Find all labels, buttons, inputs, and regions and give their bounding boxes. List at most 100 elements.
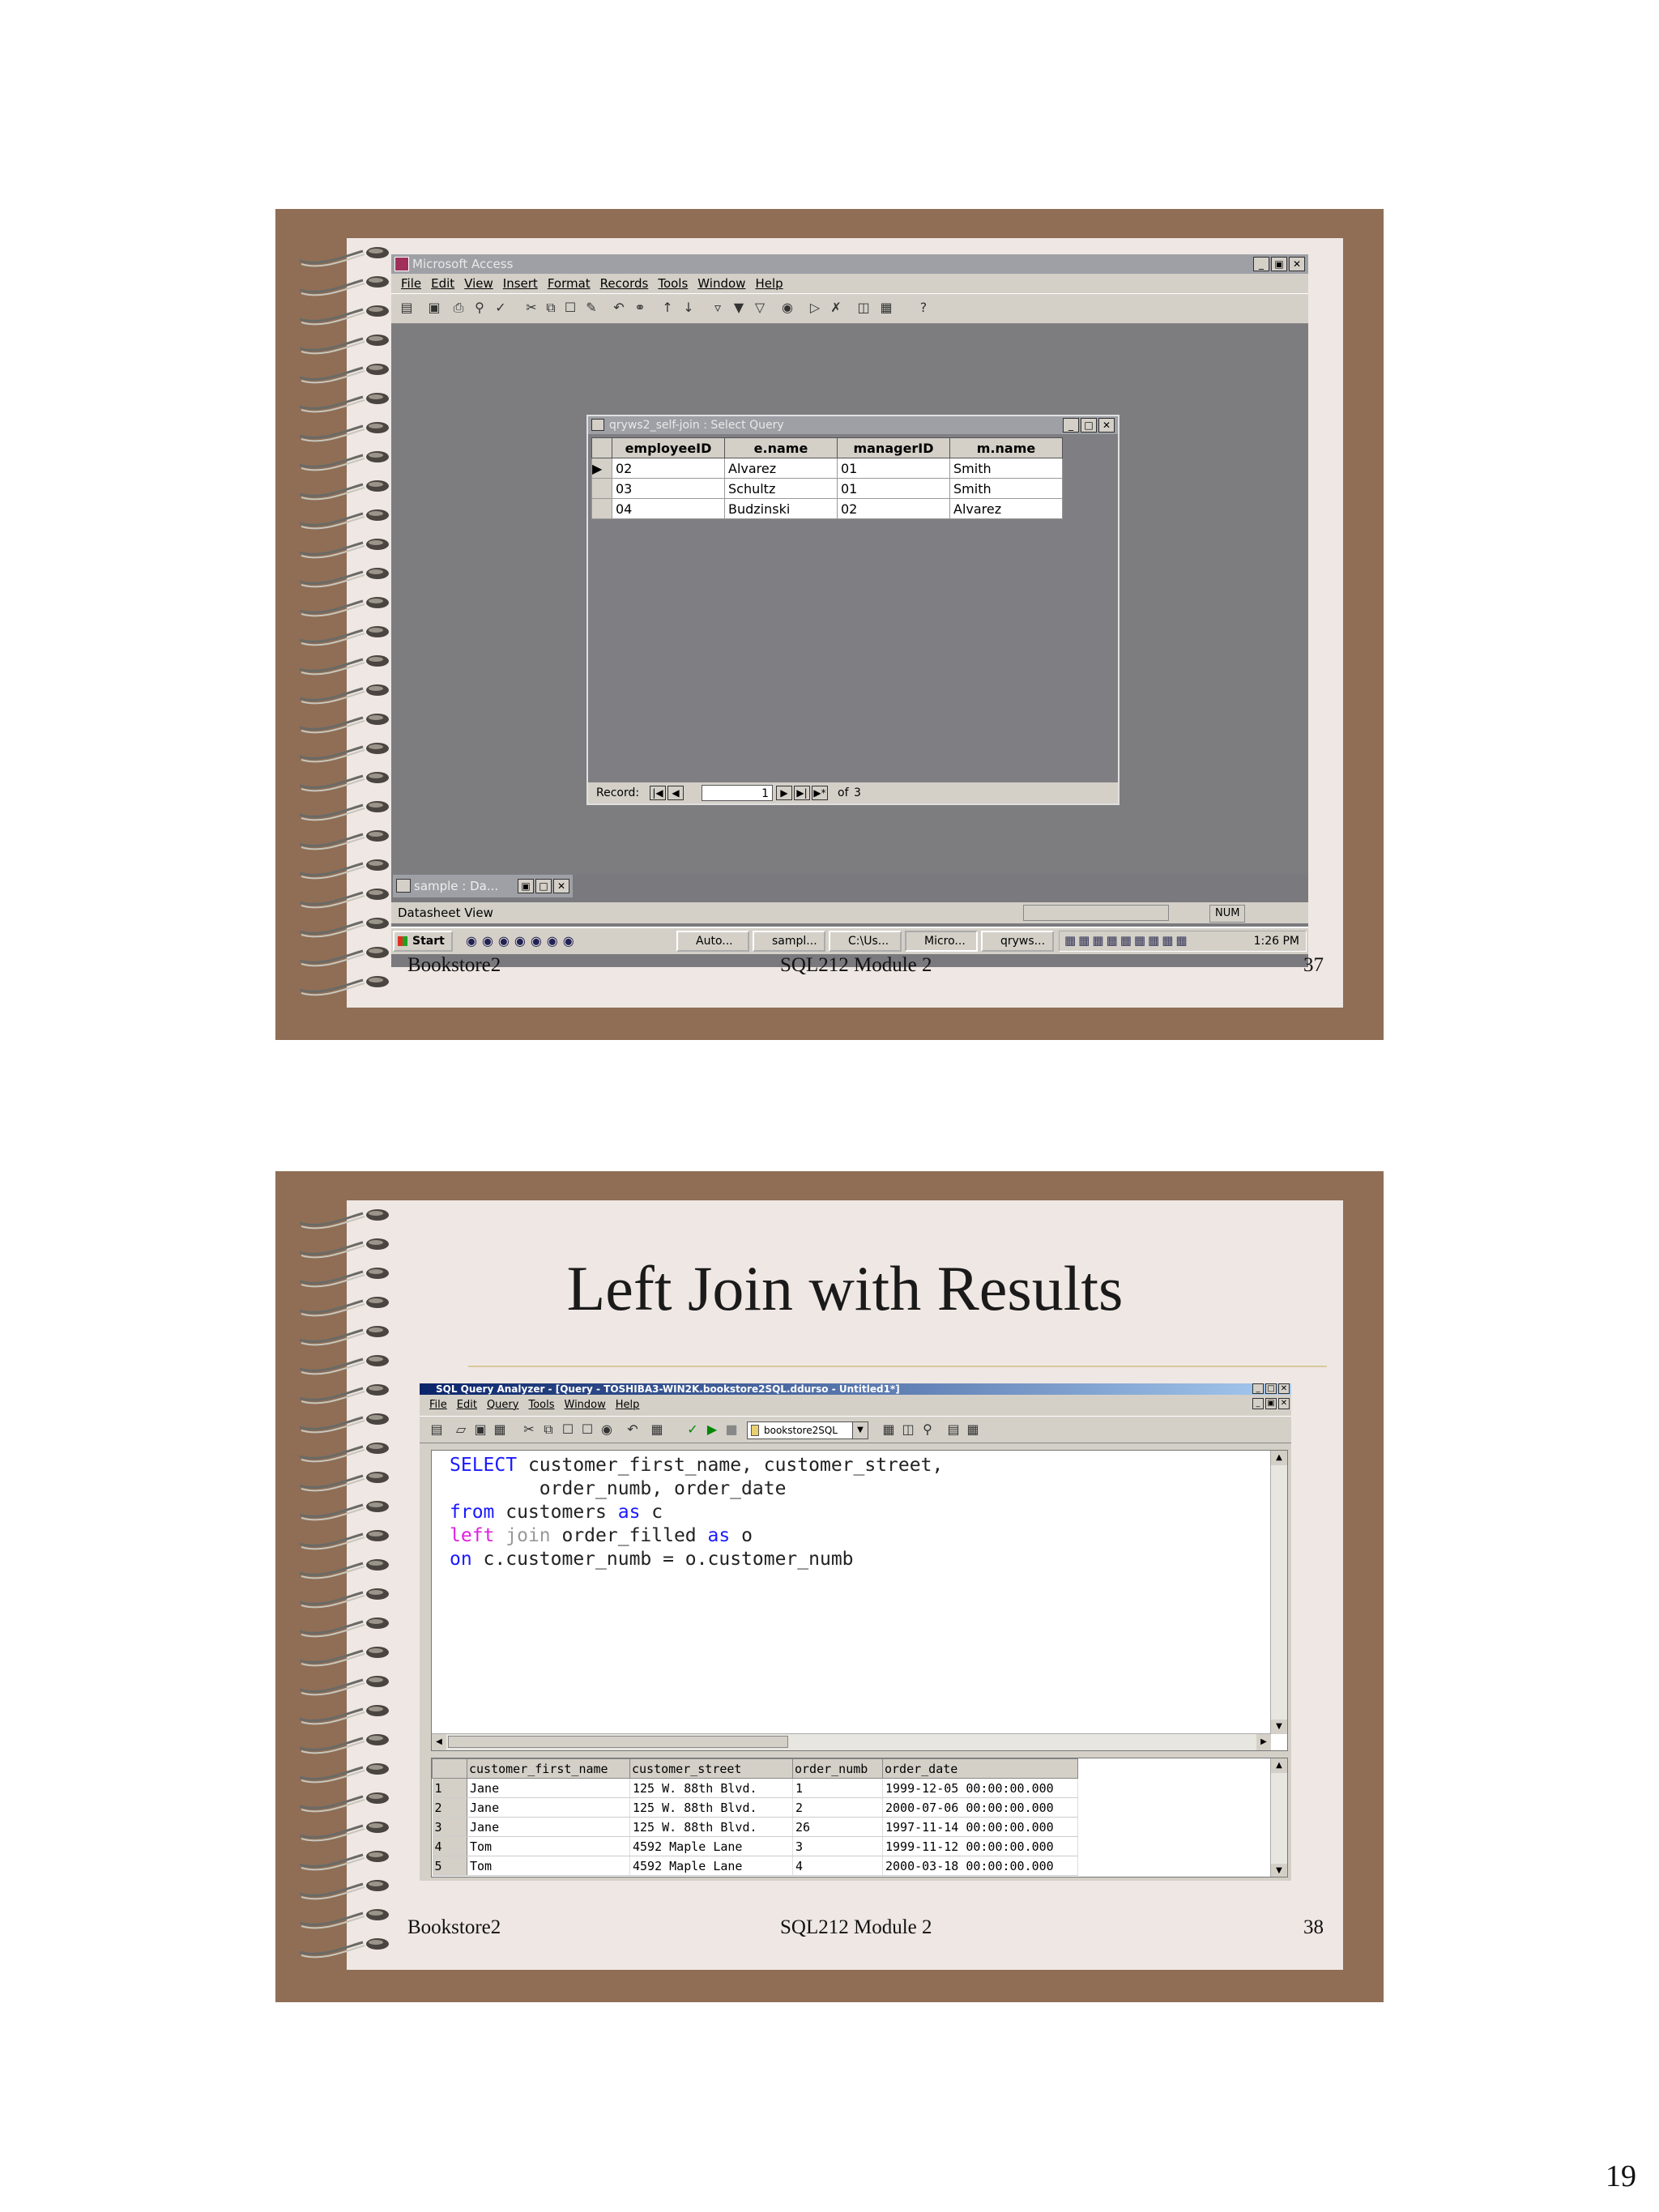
- sort-descending-icon[interactable]: ↓: [680, 299, 697, 317]
- hyperlink-icon[interactable]: ⚭: [631, 299, 649, 317]
- query-maximize-button[interactable]: □: [1081, 418, 1097, 433]
- cell[interactable]: 4592 Maple Lane: [629, 1836, 793, 1856]
- access-menu-records[interactable]: Records: [600, 274, 649, 293]
- cell[interactable]: 1: [792, 1778, 883, 1798]
- taskbar-button-explorer[interactable]: C:\Us...: [829, 931, 902, 952]
- cell[interactable]: Smith: [949, 478, 1063, 499]
- column-header[interactable]: m.name: [949, 437, 1063, 458]
- cell[interactable]: 3: [792, 1836, 883, 1856]
- access-menu-help[interactable]: Help: [755, 274, 783, 293]
- previous-record-button[interactable]: ◀: [667, 786, 684, 800]
- delete-record-icon[interactable]: ✗: [827, 299, 845, 317]
- cell[interactable]: Jane: [467, 1817, 630, 1837]
- new-object-icon[interactable]: ▦: [877, 299, 895, 317]
- last-record-button[interactable]: ▶|: [794, 786, 810, 800]
- qa-child-close-button[interactable]: ✕: [1278, 1398, 1290, 1409]
- start-button[interactable]: Start: [393, 931, 453, 952]
- cell[interactable]: Smith: [949, 458, 1063, 479]
- qa-menu-file[interactable]: File: [429, 1396, 447, 1414]
- cell[interactable]: 2000-07-06 00:00:00.000: [882, 1797, 1078, 1818]
- scroll-left-icon[interactable]: ◀: [432, 1734, 446, 1750]
- database-select[interactable]: bookstore2SQL ▼: [747, 1421, 868, 1439]
- qa-menu-edit[interactable]: Edit: [457, 1396, 477, 1414]
- properties-icon[interactable]: ▤: [945, 1421, 962, 1438]
- column-header[interactable]: e.name: [724, 437, 838, 458]
- cell[interactable]: 03: [612, 478, 725, 499]
- table-row[interactable]: 5 Tom 4592 Maple Lane 4 2000-03-18 00:00:00.…: [432, 1856, 1078, 1876]
- filter-by-selection-icon[interactable]: ▿: [709, 299, 727, 317]
- cell[interactable]: 04: [612, 498, 725, 519]
- qa-menu-query[interactable]: Query: [487, 1396, 519, 1414]
- cut-icon[interactable]: ✂: [522, 299, 540, 317]
- min-maximize-button[interactable]: □: [535, 879, 552, 893]
- column-header[interactable]: order_numb: [792, 1758, 883, 1779]
- scroll-up-icon[interactable]: ▲: [1271, 1451, 1287, 1465]
- new-record-icon[interactable]: ▷: [806, 299, 824, 317]
- scroll-right-icon[interactable]: ▶: [1256, 1734, 1271, 1750]
- taskbar-button-auto[interactable]: Auto...: [676, 931, 749, 952]
- cell[interactable]: 01: [837, 458, 950, 479]
- paste-icon[interactable]: ☐: [561, 299, 579, 317]
- min-restore-button[interactable]: ▣: [518, 879, 534, 893]
- table-row[interactable]: ▶ 02 Alvarez 01 Smith: [591, 458, 1063, 479]
- access-menu-view[interactable]: View: [464, 274, 493, 293]
- cell[interactable]: Jane: [467, 1797, 630, 1818]
- open-icon[interactable]: ▱: [452, 1421, 470, 1438]
- cell[interactable]: 26: [792, 1817, 883, 1837]
- parse-query-icon[interactable]: ✓: [684, 1421, 702, 1438]
- paste-icon[interactable]: ☐: [559, 1421, 577, 1438]
- show-results-icon[interactable]: ▦: [964, 1421, 982, 1438]
- qa-menu-help[interactable]: Help: [616, 1396, 640, 1414]
- undo-icon[interactable]: ↶: [624, 1421, 642, 1438]
- database-window-icon[interactable]: ◫: [855, 299, 872, 317]
- object-browser-icon[interactable]: ◫: [899, 1421, 917, 1438]
- object-search-icon[interactable]: ▦: [880, 1421, 898, 1438]
- access-menu-format[interactable]: Format: [548, 274, 591, 293]
- qa-menu-tools[interactable]: Tools: [528, 1396, 554, 1414]
- filter-by-form-icon[interactable]: ▼: [730, 299, 748, 317]
- sql-editor[interactable]: SELECT customer_first_name, customer_str…: [431, 1450, 1288, 1751]
- undo-icon[interactable]: ↶: [610, 299, 628, 317]
- cell[interactable]: Tom: [467, 1856, 630, 1876]
- help-icon[interactable]: ?: [915, 299, 932, 317]
- copy-icon[interactable]: ⧉: [539, 1421, 557, 1438]
- copy-icon[interactable]: ⧉: [542, 299, 560, 317]
- qa-child-minimize-button[interactable]: _: [1252, 1398, 1264, 1409]
- new-record-nav-button[interactable]: ▶*: [812, 786, 828, 800]
- cell[interactable]: Alvarez: [949, 498, 1063, 519]
- cell[interactable]: 02: [837, 498, 950, 519]
- table-row[interactable]: 1 Jane 125 W. 88th Blvd. 1 1999-12-05 00:00:…: [432, 1778, 1078, 1798]
- find-icon[interactable]: ◉: [778, 299, 796, 317]
- cell[interactable]: 2000-03-18 00:00:00.000: [882, 1856, 1078, 1876]
- cell[interactable]: 125 W. 88th Blvd.: [629, 1817, 793, 1837]
- column-header[interactable]: customer_street: [629, 1758, 793, 1779]
- access-menu-window[interactable]: Window: [697, 274, 745, 293]
- scroll-up-icon[interactable]: ▲: [1271, 1758, 1287, 1773]
- taskbar-button-query[interactable]: qryws...: [981, 931, 1054, 952]
- cell[interactable]: 1999-12-05 00:00:00.000: [882, 1778, 1078, 1798]
- cut-icon[interactable]: ✂: [520, 1421, 538, 1438]
- format-painter-icon[interactable]: ✎: [582, 299, 600, 317]
- print-icon[interactable]: ⎙: [450, 299, 467, 317]
- next-record-button[interactable]: ▶: [776, 786, 792, 800]
- horizontal-scrollbar[interactable]: ◀ ▶: [432, 1733, 1271, 1750]
- query-close-button[interactable]: ✕: [1098, 418, 1115, 433]
- table-row[interactable]: 04 Budzinski 02 Alvarez: [591, 498, 1063, 519]
- cell[interactable]: 125 W. 88th Blvd.: [629, 1797, 793, 1818]
- taskbar-button-sample[interactable]: sampl...: [753, 931, 825, 952]
- results-vertical-scrollbar[interactable]: ▲ ▼: [1270, 1758, 1287, 1877]
- find-icon[interactable]: ◉: [598, 1421, 616, 1438]
- apply-filter-icon[interactable]: ▽: [751, 299, 769, 317]
- current-record-indicator-icon[interactable]: ▶: [591, 458, 612, 479]
- table-row[interactable]: 3 Jane 125 W. 88th Blvd. 26 1997-11-14 00:00…: [432, 1817, 1078, 1837]
- select-all-cell[interactable]: [591, 437, 612, 458]
- view-icon[interactable]: ▤: [398, 299, 416, 317]
- qa-close-button[interactable]: ✕: [1278, 1383, 1290, 1394]
- table-row[interactable]: 03 Schultz 01 Smith: [591, 478, 1063, 499]
- current-record-input[interactable]: 1: [702, 785, 773, 801]
- cell[interactable]: 2: [792, 1797, 883, 1818]
- restore-button[interactable]: ▣: [1271, 257, 1287, 271]
- min-close-button[interactable]: ✕: [553, 879, 569, 893]
- cell[interactable]: 4: [792, 1856, 883, 1876]
- new-query-icon[interactable]: ▤: [428, 1421, 446, 1438]
